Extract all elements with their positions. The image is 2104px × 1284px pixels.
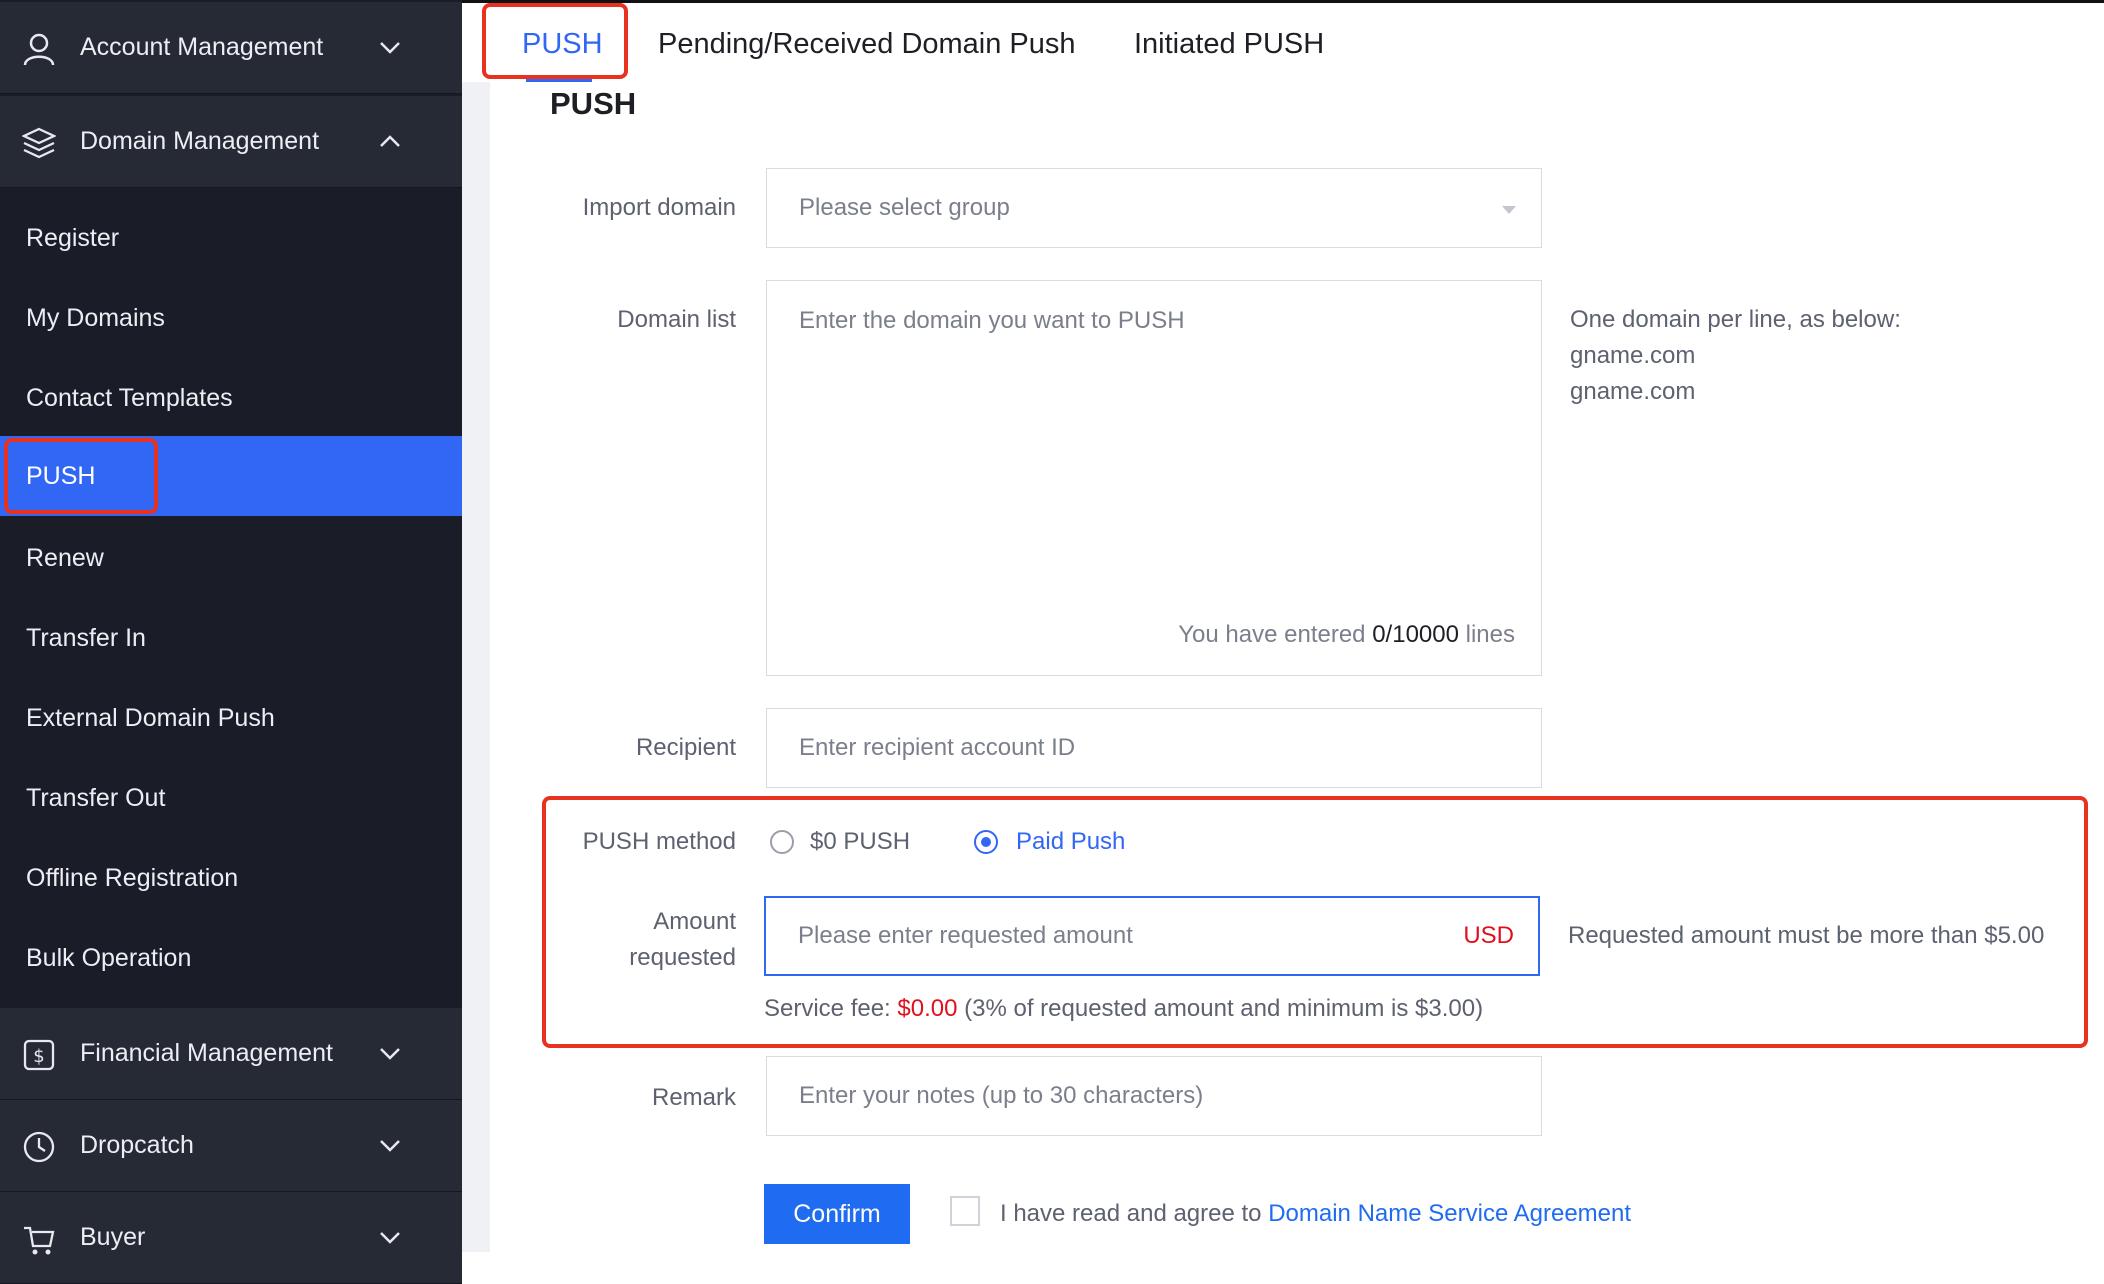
sidebar-group-label: Domain Management bbox=[80, 127, 320, 155]
agree-checkbox[interactable] bbox=[950, 1196, 980, 1226]
sidebar-push-highlight bbox=[4, 438, 158, 514]
agreement-text: I have read and agree to Domain Name Ser… bbox=[1000, 1200, 1631, 1228]
sidebar-item-my-domains[interactable]: My Domains bbox=[0, 278, 462, 358]
confirm-button[interactable]: Confirm bbox=[764, 1184, 910, 1244]
radio-zero-push-label: $0 PUSH bbox=[810, 828, 911, 855]
svg-text:$: $ bbox=[33, 1046, 44, 1067]
dollar-icon: $ bbox=[23, 1039, 55, 1071]
line-counter-prefix: You have entered bbox=[1178, 621, 1366, 648]
radio-paid-push[interactable]: Paid Push bbox=[966, 812, 1146, 872]
agreement-prefix: I have read and agree to bbox=[1000, 1200, 1262, 1227]
domain-list-placeholder: Enter the domain you want to PUSH bbox=[799, 307, 1185, 334]
radio-button-selected-icon bbox=[974, 830, 998, 854]
remark-label: Remark bbox=[651, 1084, 736, 1111]
domain-list-hint-line: One domain per line, as below: bbox=[1570, 306, 1901, 333]
sidebar-item-external-domain-push[interactable]: External Domain Push bbox=[0, 678, 462, 758]
user-icon bbox=[23, 33, 55, 66]
layers-icon bbox=[22, 127, 56, 159]
sidebar-item-transfer-out[interactable]: Transfer Out bbox=[0, 758, 462, 838]
sidebar-group-financial[interactable]: $ Financial Management bbox=[0, 1008, 462, 1100]
chevron-down-icon bbox=[380, 42, 400, 54]
sidebar-group-label: Account Management bbox=[80, 33, 324, 61]
sidebar-item-transfer-in[interactable]: Transfer In bbox=[0, 598, 462, 678]
sidebar-group-label: Buyer bbox=[80, 1223, 146, 1251]
agreement-link[interactable]: Domain Name Service Agreement bbox=[1268, 1200, 1631, 1227]
domain-list-hint: One domain per line, as below: gname.com… bbox=[1570, 302, 1901, 410]
tab-bar: PUSH Pending/Received Domain Push Initia… bbox=[462, 0, 2104, 85]
domain-list-hint-line: gname.com bbox=[1570, 342, 1696, 369]
radio-zero-push[interactable]: $0 PUSH bbox=[766, 812, 926, 872]
sidebar-item-offline-registration[interactable]: Offline Registration bbox=[0, 838, 462, 918]
import-domain-select[interactable]: Please select group bbox=[766, 168, 1542, 248]
sidebar-group-label: Financial Management bbox=[80, 1039, 333, 1067]
cart-icon bbox=[24, 1226, 55, 1255]
chevron-down-icon bbox=[380, 1232, 400, 1244]
sidebar-group-dropcatch[interactable]: Dropcatch bbox=[0, 1100, 462, 1192]
currency-label: USD bbox=[1463, 922, 1514, 949]
chevron-up-icon bbox=[380, 135, 400, 147]
service-fee-label: Service fee: bbox=[764, 995, 891, 1022]
main-area: PUSH Pending/Received Domain Push Initia… bbox=[462, 0, 2104, 1252]
radio-paid-push-label: Paid Push bbox=[1016, 828, 1126, 855]
amount-label: Amount requested bbox=[476, 904, 736, 976]
amount-placeholder: Please enter requested amount bbox=[798, 922, 1133, 949]
service-fee-value: $0.00 bbox=[897, 995, 958, 1022]
amount-label-line: Amount bbox=[653, 908, 736, 935]
domain-list-label: Domain list bbox=[617, 306, 736, 333]
push-method-label: PUSH method bbox=[582, 828, 736, 855]
caret-down-icon bbox=[1502, 206, 1516, 214]
amount-label-line: requested bbox=[629, 944, 736, 971]
service-fee: Service fee: $0.00 (3% of requested amou… bbox=[764, 995, 1483, 1023]
recipient-label: Recipient bbox=[635, 734, 736, 761]
sidebar-group-label: Dropcatch bbox=[80, 1131, 194, 1159]
sidebar-group-domain[interactable]: Domain Management bbox=[0, 96, 462, 188]
import-domain-label: Import domain bbox=[582, 194, 736, 221]
service-fee-note: (3% of requested amount and minimum is $… bbox=[964, 995, 1484, 1022]
sidebar-item-register[interactable]: Register bbox=[0, 198, 462, 278]
import-domain-placeholder: Please select group bbox=[799, 194, 1010, 221]
clock-icon bbox=[23, 1131, 55, 1163]
domain-list-hint-line: gname.com bbox=[1570, 378, 1696, 405]
amount-hint: Requested amount must be more than $5.00 bbox=[1568, 922, 2045, 949]
line-counter-value: 0/10000 bbox=[1372, 621, 1459, 648]
chevron-down-icon bbox=[380, 1140, 400, 1152]
amount-input[interactable]: Please enter requested amount USD bbox=[764, 896, 1540, 976]
domain-list-textarea[interactable]: Enter the domain you want to PUSH You ha… bbox=[766, 280, 1542, 676]
sidebar-item-bulk-operation[interactable]: Bulk Operation bbox=[0, 918, 462, 998]
line-counter-suffix: lines bbox=[1465, 621, 1515, 648]
page-title: PUSH bbox=[550, 86, 637, 121]
tab-initiated-push[interactable]: Initiated PUSH bbox=[1134, 3, 1324, 85]
line-counter: You have entered 0/10000 lines bbox=[1178, 621, 1515, 649]
chevron-down-icon bbox=[380, 1048, 400, 1060]
radio-button-icon bbox=[770, 830, 794, 854]
remark-input[interactable]: Enter your notes (up to 30 characters) bbox=[766, 1056, 1542, 1136]
sidebar-group-account[interactable]: Account Management bbox=[0, 2, 462, 94]
recipient-input[interactable]: Enter recipient account ID bbox=[766, 708, 1542, 788]
recipient-placeholder: Enter recipient account ID bbox=[799, 734, 1076, 761]
sidebar-item-renew[interactable]: Renew bbox=[0, 518, 462, 598]
remark-placeholder: Enter your notes (up to 30 characters) bbox=[799, 1082, 1204, 1109]
tab-push-highlight bbox=[482, 3, 628, 79]
sidebar: Account Management Domain Management Reg… bbox=[0, 0, 462, 1284]
sidebar-item-contact-templates[interactable]: Contact Templates bbox=[0, 358, 462, 438]
tab-pending-received[interactable]: Pending/Received Domain Push bbox=[658, 3, 1076, 85]
sidebar-group-buyer[interactable]: Buyer bbox=[0, 1192, 462, 1284]
